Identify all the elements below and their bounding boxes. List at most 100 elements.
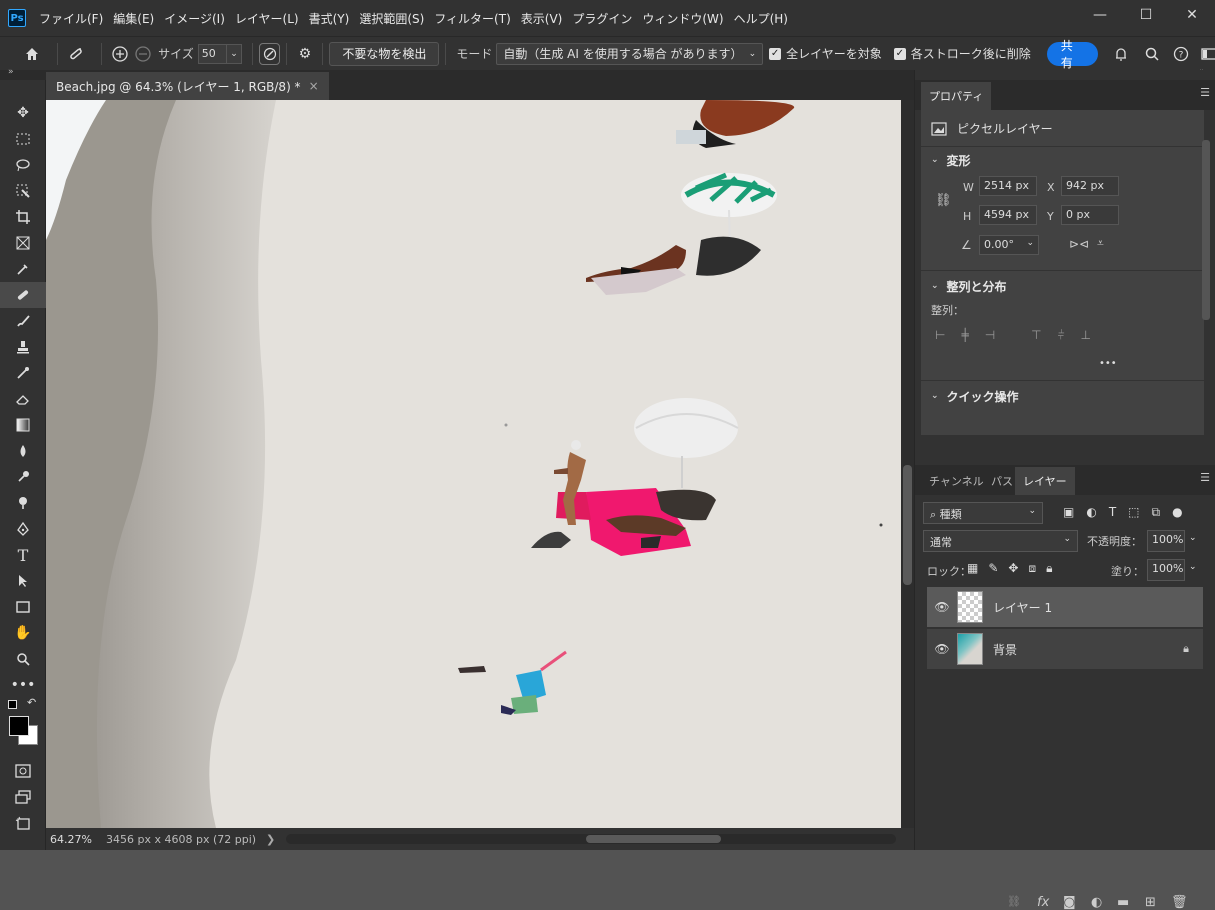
vertical-scrollbar[interactable] xyxy=(901,100,914,828)
fill-field[interactable]: 100% xyxy=(1147,559,1185,581)
align-center-horizontal-icon[interactable]: ╪ xyxy=(961,328,968,343)
foreground-color-swatch[interactable] xyxy=(9,716,29,736)
workspace-icon[interactable] xyxy=(1197,42,1215,66)
align-right-icon[interactable]: ⊣ xyxy=(985,328,995,343)
home-icon[interactable] xyxy=(20,42,43,66)
more-options-icon[interactable]: ••• xyxy=(1099,358,1117,369)
align-top-icon[interactable]: ⊤ xyxy=(1031,328,1041,343)
menu-help[interactable]: ヘルプ(H) xyxy=(729,10,793,27)
search-icon[interactable] xyxy=(1141,42,1164,66)
close-window-button[interactable]: ✕ xyxy=(1169,0,1215,30)
align-middle-vertical-icon[interactable]: ⫩ xyxy=(1058,328,1065,343)
minimize-button[interactable]: — xyxy=(1077,0,1123,30)
height-field[interactable]: 4594 px xyxy=(979,205,1037,225)
status-menu-arrow-icon[interactable]: ❯ xyxy=(266,833,275,846)
menu-edit[interactable]: 編集(E) xyxy=(108,10,159,27)
expand-icon[interactable]: » xyxy=(8,67,14,77)
align-section-header[interactable]: ⌄整列と分布 xyxy=(931,276,1007,296)
quick-mask-icon[interactable] xyxy=(0,758,46,784)
filter-pixel-icon[interactable]: ▣ xyxy=(1063,505,1074,520)
lasso-tool-icon[interactable] xyxy=(0,152,46,178)
mode-select[interactable]: 自動（生成 AI を使用する場合 があります）⌄ xyxy=(496,43,763,65)
more-tools-icon[interactable]: ••• xyxy=(0,672,46,698)
menu-layer[interactable]: レイヤー(L) xyxy=(230,10,304,27)
link-layers-icon[interactable]: ⛓ xyxy=(1007,895,1021,908)
gradient-tool-icon[interactable] xyxy=(0,412,46,438)
subtract-brush-icon[interactable] xyxy=(131,42,154,66)
size-dropdown-chevron-icon[interactable]: ⌄ xyxy=(227,44,242,64)
fx-icon[interactable]: fx xyxy=(1037,895,1049,910)
scroll-thumb[interactable] xyxy=(586,835,721,843)
close-tab-icon[interactable]: × xyxy=(309,79,319,93)
eye-icon[interactable]: 👁︎ xyxy=(927,642,957,656)
properties-scrollbar[interactable] xyxy=(1202,140,1210,320)
all-layers-checkbox[interactable]: ✓全レイヤーを対象 xyxy=(769,45,882,62)
remove-tool-icon[interactable] xyxy=(0,282,46,308)
lock-all-icon[interactable]: 🔒︎ xyxy=(1046,561,1052,576)
filter-type-icon[interactable]: T xyxy=(1109,505,1116,520)
rectangle-tool-icon[interactable] xyxy=(0,594,46,620)
history-brush-tool-icon[interactable] xyxy=(0,360,46,386)
marquee-tool-icon[interactable] xyxy=(0,126,46,152)
tab-properties[interactable]: プロパティ xyxy=(921,82,991,110)
flip-vertical-icon[interactable]: ⩡ xyxy=(1097,236,1104,251)
menu-filter[interactable]: フィルター(T) xyxy=(429,10,515,27)
filter-toggle-icon[interactable]: ● xyxy=(1172,505,1182,520)
horizontal-scrollbar[interactable] xyxy=(286,834,896,844)
filter-smart-object-icon[interactable]: ⧉ xyxy=(1152,505,1161,520)
delete-after-stroke-checkbox[interactable]: ✓各ストローク後に削除 xyxy=(894,45,1031,62)
menu-plugins[interactable]: プラグイン xyxy=(567,10,637,27)
default-colors-icon[interactable] xyxy=(8,700,17,709)
layer-row[interactable]: 👁︎ 背景 🔒︎ xyxy=(927,629,1203,669)
filter-adjustment-icon[interactable]: ◐ xyxy=(1086,505,1096,520)
menu-image[interactable]: イメージ(I) xyxy=(159,10,230,27)
canvas[interactable] xyxy=(46,100,901,828)
blend-mode-select[interactable]: 通常⌄ xyxy=(923,530,1078,552)
swap-colors-icon[interactable]: ↶ xyxy=(27,696,36,709)
eraser-tool-icon[interactable] xyxy=(0,386,46,412)
panel-menu-icon[interactable]: ☰ xyxy=(1200,86,1210,99)
align-bottom-icon[interactable]: ⊥ xyxy=(1080,328,1090,343)
lock-artboard-icon[interactable]: ⧈ xyxy=(1028,561,1036,576)
zoom-tool-icon[interactable] xyxy=(0,646,46,672)
add-brush-icon[interactable] xyxy=(108,42,131,66)
eyedropper-tool-icon[interactable] xyxy=(0,256,46,282)
flip-horizontal-icon[interactable]: ⊳⊲ xyxy=(1069,237,1089,251)
share-button[interactable]: 共有 xyxy=(1047,42,1098,66)
filter-shape-icon[interactable]: ⬚ xyxy=(1128,505,1139,520)
gear-icon[interactable]: ⚙ xyxy=(293,42,316,66)
pen-tool-icon[interactable] xyxy=(0,516,46,542)
menu-window[interactable]: ウィンドウ(W) xyxy=(637,10,728,27)
type-tool-icon[interactable]: T xyxy=(0,542,46,568)
x-field[interactable]: 942 px xyxy=(1061,176,1119,196)
tab-layers[interactable]: レイヤー xyxy=(1015,467,1075,495)
zoom-level[interactable]: 64.27% xyxy=(46,833,106,846)
chevron-down-icon[interactable]: ⌄ xyxy=(1189,562,1197,572)
quick-actions-section-header[interactable]: ⌄クイック操作 xyxy=(931,386,1019,406)
chevron-down-icon[interactable]: ⌄ xyxy=(1189,533,1197,543)
scroll-thumb[interactable] xyxy=(903,465,912,585)
maximize-button[interactable]: ☐ xyxy=(1123,0,1169,30)
panel-menu-icon[interactable]: ☰ xyxy=(1200,471,1210,484)
tab-channels[interactable]: チャンネル xyxy=(921,467,992,495)
remove-tool-icon[interactable] xyxy=(64,42,87,66)
new-layer-icon[interactable]: ⊞ xyxy=(1145,895,1156,910)
align-left-icon[interactable]: ⊢ xyxy=(935,328,945,343)
layer-row[interactable]: 👁︎ レイヤー 1 xyxy=(927,587,1203,627)
width-field[interactable]: 2514 px xyxy=(979,176,1037,196)
document-tab[interactable]: Beach.jpg @ 64.3% (レイヤー 1, RGB/8) * × xyxy=(46,72,329,100)
brush-tool-icon[interactable] xyxy=(0,308,46,334)
y-field[interactable]: 0 px xyxy=(1061,205,1119,225)
object-selection-tool-icon[interactable] xyxy=(0,178,46,204)
help-icon[interactable]: ? xyxy=(1170,42,1193,66)
link-icon[interactable]: ⛓ xyxy=(935,193,952,208)
add-mask-icon[interactable]: ◙ xyxy=(1063,895,1076,910)
eye-icon[interactable]: 👁︎ xyxy=(927,600,957,614)
menu-type[interactable]: 書式(Y) xyxy=(304,10,355,27)
transform-section-header[interactable]: ⌄変形 xyxy=(931,150,971,170)
lock-image-icon[interactable]: ✎ xyxy=(988,561,998,576)
trash-icon[interactable]: 🗑︎ xyxy=(1171,895,1188,910)
notifications-icon[interactable] xyxy=(1110,42,1133,66)
adjustment-layer-icon[interactable]: ◐ xyxy=(1091,895,1102,910)
dodge-tool-icon[interactable] xyxy=(0,464,46,490)
